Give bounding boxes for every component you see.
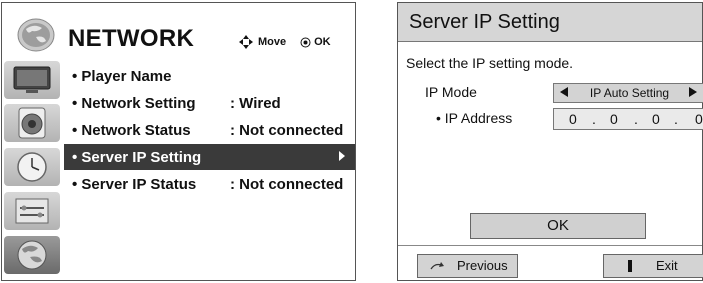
- footer-divider: [398, 245, 702, 246]
- tv-icon: [13, 66, 51, 93]
- move-arrows-icon: [239, 35, 253, 49]
- navigation-hint: Move OK: [238, 34, 331, 50]
- server-ip-setting-dialog: Server IP Setting Select the IP setting …: [397, 2, 703, 281]
- ok-button[interactable]: OK: [470, 213, 646, 239]
- menu-item-value: : Not connected: [230, 121, 344, 139]
- ip-mode-selector[interactable]: IP Auto Setting: [553, 83, 703, 103]
- ok-hint-label: OK: [314, 36, 331, 48]
- menu-item-server-ip-setting[interactable]: • Server IP Setting: [64, 144, 355, 170]
- sidebar-item-settings[interactable]: [4, 192, 60, 230]
- ip-octet-2: 0: [610, 111, 618, 127]
- menu-item-value: : Not connected: [230, 175, 344, 193]
- arrow-right-icon[interactable]: [689, 87, 697, 97]
- ip-dot: .: [634, 111, 638, 127]
- exit-button[interactable]: Exit: [603, 254, 703, 278]
- chevron-right-icon: [339, 151, 345, 161]
- menu-item-network-status[interactable]: • Network Status : Not connected: [64, 117, 355, 143]
- back-arrow-icon: [430, 262, 444, 270]
- category-sidebar: [2, 61, 64, 281]
- sidebar-item-network[interactable]: [4, 236, 60, 274]
- sidebar-item-time[interactable]: [4, 148, 60, 186]
- menu-item-network-setting[interactable]: • Network Setting : Wired: [64, 90, 355, 116]
- network-menu-header: NETWORK Move OK: [2, 3, 355, 61]
- ip-octet-3: 0: [652, 111, 660, 127]
- arrow-left-icon[interactable]: [560, 87, 568, 97]
- exit-icon: [628, 260, 632, 272]
- menu-item-label: • Server IP Setting: [72, 148, 202, 166]
- dialog-title-bar: Server IP Setting: [398, 3, 702, 42]
- network-menu-panel: NETWORK Move OK • Player Name • Network …: [1, 2, 356, 281]
- menu-item-label: • Network Status: [72, 121, 191, 139]
- speaker-icon: [18, 107, 46, 139]
- ip-mode-label: IP Mode: [425, 84, 477, 100]
- move-hint-label: Move: [258, 36, 287, 48]
- ip-mode-value: IP Auto Setting: [589, 86, 670, 100]
- ip-octet-4: 0: [695, 111, 703, 127]
- ip-address-field[interactable]: 0 . 0 . 0 . 0: [553, 108, 703, 130]
- dialog-title: Server IP Setting: [409, 11, 560, 33]
- exit-label: Exit: [656, 258, 678, 273]
- page-title: NETWORK: [68, 25, 195, 52]
- menu-item-server-ip-status[interactable]: • Server IP Status : Not connected: [64, 171, 355, 197]
- previous-button[interactable]: Previous: [417, 254, 518, 278]
- sidebar-item-audio[interactable]: [4, 104, 60, 142]
- globe-icon: [17, 240, 47, 270]
- menu-item-label: • Network Setting: [72, 94, 196, 112]
- globe-icon: [17, 18, 55, 52]
- menu-item-player-name[interactable]: • Player Name: [64, 63, 355, 89]
- ip-address-label: • IP Address: [436, 110, 513, 126]
- ip-octet-1: 0: [569, 111, 577, 127]
- menu-item-value: : Wired: [230, 94, 281, 112]
- menu-item-label: • Server IP Status: [72, 175, 197, 193]
- previous-label: Previous: [457, 258, 508, 273]
- menu-item-label: • Player Name: [72, 67, 172, 85]
- dialog-description: Select the IP setting mode.: [406, 55, 574, 71]
- toolbox-icon: [15, 198, 49, 224]
- ip-dot: .: [674, 111, 678, 127]
- ip-dot: .: [592, 111, 596, 127]
- clock-icon: [17, 152, 47, 182]
- ok-button-icon: [300, 37, 311, 47]
- sidebar-item-tv[interactable]: [4, 61, 60, 99]
